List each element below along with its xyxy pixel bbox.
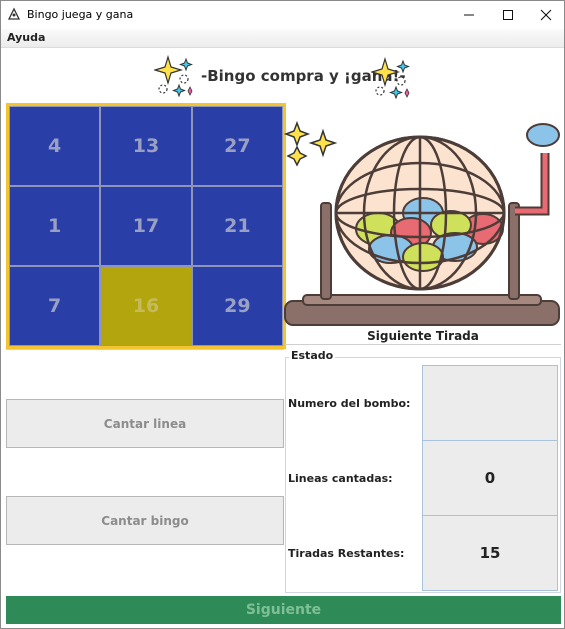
menu-ayuda-label: Ayuda (7, 31, 46, 44)
menu-bar: Ayuda (1, 29, 564, 48)
lineas-cantadas-value: 0 (422, 440, 558, 516)
bingo-cell[interactable]: 27 (191, 106, 283, 186)
bingo-cell[interactable]: 13 (100, 106, 192, 186)
cantar-bingo-button[interactable]: Cantar bingo (6, 496, 284, 545)
maximize-icon (503, 10, 513, 20)
bingo-cell-marked[interactable]: 16 (100, 266, 192, 346)
divider (6, 349, 284, 350)
bingo-cell[interactable]: 7 (9, 266, 101, 346)
estado-legend: Estado (289, 349, 336, 362)
next-draw-label: Siguiente Tirada (285, 329, 561, 343)
maximize-button[interactable] (488, 1, 528, 29)
tiradas-restantes-value: 15 (422, 515, 558, 591)
bingo-cell[interactable]: 1 (9, 186, 101, 266)
sparkles-right-icon (371, 56, 410, 99)
bingo-cell[interactable]: 17 (100, 186, 192, 266)
tiradas-restantes-label: Tiradas Restantes: (288, 547, 405, 560)
cantar-linea-button[interactable]: Cantar linea (6, 399, 284, 448)
bingo-cell[interactable]: 4 (9, 106, 101, 186)
numero-bombo-label: Numero del bombo: (288, 397, 411, 410)
minimize-button[interactable] (449, 1, 489, 29)
sparkles-left-icon (154, 54, 193, 97)
minimize-icon (464, 14, 474, 16)
window-title: Bingo juega y gana (27, 8, 134, 21)
title-bar[interactable]: Bingo juega y gana (1, 1, 564, 29)
divider (285, 344, 561, 345)
menu-ayuda[interactable]: Ayuda (7, 31, 45, 44)
lineas-cantadas-label: Lineas cantadas: (288, 472, 393, 485)
siguiente-button[interactable]: Siguiente (6, 596, 561, 624)
bingo-machine-icon (283, 120, 560, 326)
numero-bombo-value (422, 365, 558, 441)
next-draw-label-text: Siguiente Tirada (367, 329, 479, 343)
close-button[interactable] (526, 1, 564, 29)
app-icon (7, 7, 21, 20)
bingo-board: 4 13 27 1 17 21 7 16 29 (6, 103, 286, 349)
main-window: Bingo juega y gana Ayuda -Bingo compra y… (0, 0, 565, 629)
bingo-cell[interactable]: 29 (191, 266, 283, 346)
close-icon (540, 9, 552, 21)
bingo-cell[interactable]: 21 (191, 186, 283, 266)
